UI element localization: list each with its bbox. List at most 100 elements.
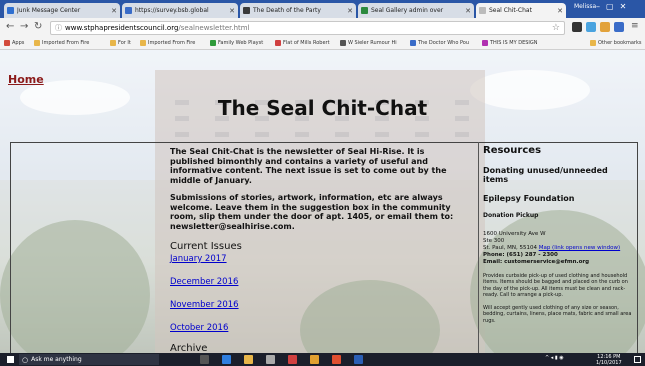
window-controls: – ▢ ✕ [596,2,626,11]
resource-epilepsy-foundation: Epilepsy Foundation [483,194,575,203]
minimize-icon[interactable]: – [596,2,600,11]
bookmark-folder[interactable]: For It [110,40,131,46]
apps-icon [4,40,10,46]
folder-icon [590,40,596,46]
bookmark-label: For It [118,40,131,46]
taskbar-clock[interactable]: 12:16 PM 1/10/2017 [596,354,622,366]
edge-icon[interactable] [222,355,231,364]
tab-label: The Death of the Party [253,7,321,14]
extension-icon[interactable] [600,22,610,32]
site-icon [340,40,346,46]
resources-sidebar: Resources Donating unused/unneeded items… [483,142,633,324]
survey-icon [125,7,132,14]
gallery-icon [361,7,368,14]
chrome-icon[interactable] [310,355,319,364]
folder-icon [34,40,40,46]
extension-icon[interactable] [614,22,624,32]
bookmark-label: Apps [12,40,25,46]
bookmark-folder[interactable]: Imported From Fire [34,40,89,46]
tab-survey[interactable]: https://survey.bsb.global ✕ [122,3,238,18]
site-icon [210,40,216,46]
close-icon[interactable]: ✕ [347,7,353,15]
resource-donating: Donating unused/unneeded items [483,166,608,184]
issue-link-january-2017[interactable]: January 2017 [170,254,470,264]
tab-seal-gallery[interactable]: Seal Gallery admin over ✕ [358,3,474,18]
phone-line: Phone: (651) 287 - 2300 [483,252,558,258]
close-icon[interactable]: ✕ [465,7,471,15]
mail-icon [7,7,14,14]
bookmark-label: The Doctor Who Pou [418,40,470,46]
app-icon[interactable] [332,355,341,364]
tab-label: Seal Chit-Chat [489,7,532,14]
address-line: 1600 University Ave W [483,231,546,237]
tab-seal-chit-chat[interactable]: Seal Chit-Chat ✕ [476,3,566,18]
issue-link-december-2016[interactable]: December 2016 [170,277,470,287]
taskbar-search[interactable]: ○ Ask me anything [19,354,159,365]
windows-start-icon[interactable] [7,356,14,363]
submissions-paragraph: Submissions of stories, artwork, informa… [170,193,454,231]
folder-icon [110,40,116,46]
city-line: St. Paul, MN, 55104 [483,245,537,251]
bookmarks-bar: Apps Imported From Fire For It Imported … [0,38,645,50]
url-host: www.stphapresidentscouncil.org [65,24,179,32]
issue-link-november-2016[interactable]: November 2016 [170,300,470,310]
close-icon[interactable]: ✕ [229,7,235,15]
address-line: Ste 300 [483,238,505,244]
close-icon[interactable]: ✕ [557,7,563,15]
tab-junk-mail[interactable]: Junk Message Center ✕ [4,3,120,18]
notification-icon[interactable] [634,356,641,363]
bookmark-apps[interactable]: Apps [4,40,24,46]
bookmark-link[interactable]: W Sieler Rumour Hi [340,40,397,46]
file-explorer-icon[interactable] [244,355,253,364]
bookmark-link[interactable]: The Doctor Who Pou [410,40,469,46]
bookmark-star-icon[interactable]: ☆ [552,23,560,33]
windows-taskbar: ○ Ask me anything ^ ◂ ▮ ◉ 12:16 PM 1/10/… [0,353,645,366]
page-title: The Seal Chit-Chat [217,96,428,120]
task-view-icon[interactable] [200,355,209,364]
main-column: The Seal Chit-Chat is the newsletter of … [170,142,470,333]
extension-icon[interactable] [586,22,596,32]
archive-heading: Archive [170,343,208,353]
close-icon[interactable]: ✕ [111,7,117,15]
bookmark-label: Flat of Mills Robert [283,40,330,46]
resources-heading: Resources [483,145,542,156]
address-bar[interactable]: ⓘ www.stphapresidentscouncil.org /sealne… [50,21,565,35]
bookmark-label: W Sieler Rumour Hi [348,40,397,46]
issue-link-october-2016[interactable]: October 2016 [170,323,470,333]
bookmark-link[interactable]: THIS IS MY DESIGN [482,40,538,46]
tab-label: Junk Message Center [17,7,81,14]
reload-icon[interactable]: ↻ [34,21,42,32]
page-info-icon[interactable]: ⓘ [55,23,62,33]
bookmark-link[interactable]: Family Web Playst [210,40,263,46]
maximize-icon[interactable]: ▢ [606,2,614,11]
word-icon[interactable] [354,355,363,364]
bookmark-folder[interactable]: Imported From Fire [140,40,195,46]
bookmark-label: Family Web Playst [218,40,264,46]
contact-block: 1600 University Ave W Ste 300 St. Paul, … [483,231,633,266]
intro-paragraph: The Seal Chit-Chat is the newsletter of … [170,147,447,185]
bookmark-folder[interactable]: Other bookmarks [590,40,641,46]
email-line[interactable]: Email: customerservice@efmn.org [483,259,633,266]
extension-icon[interactable] [572,22,582,32]
profile-name[interactable]: Melissa [574,3,596,10]
bookmark-label: Imported From Fire [42,40,90,46]
bookmark-label: Imported From Fire [148,40,196,46]
bookmark-link[interactable]: Flat of Mills Robert [275,40,330,46]
site-icon [275,40,281,46]
search-placeholder: Ask me anything [31,356,82,363]
menu-icon[interactable]: ≡ [631,21,639,31]
app-icon[interactable] [288,355,297,364]
home-link[interactable]: Home [8,73,44,86]
site-icon [482,40,488,46]
tab-death-of-party[interactable]: The Death of the Party ✕ [240,3,356,18]
store-icon[interactable] [266,355,275,364]
back-arrow-icon[interactable]: ← [6,21,14,32]
map-link[interactable]: Map (link opens new window) [539,245,620,251]
site-icon [410,40,416,46]
search-icon: ○ [22,355,29,364]
system-tray-icons[interactable]: ^ ◂ ▮ ◉ [545,355,585,364]
tab-label: https://survey.bsb.global [135,7,209,14]
close-window-icon[interactable]: ✕ [620,2,627,11]
web-page: Home The Seal Chit-Chat The Seal Chit-Ch… [0,50,645,353]
forward-arrow-icon[interactable]: → [20,21,28,32]
